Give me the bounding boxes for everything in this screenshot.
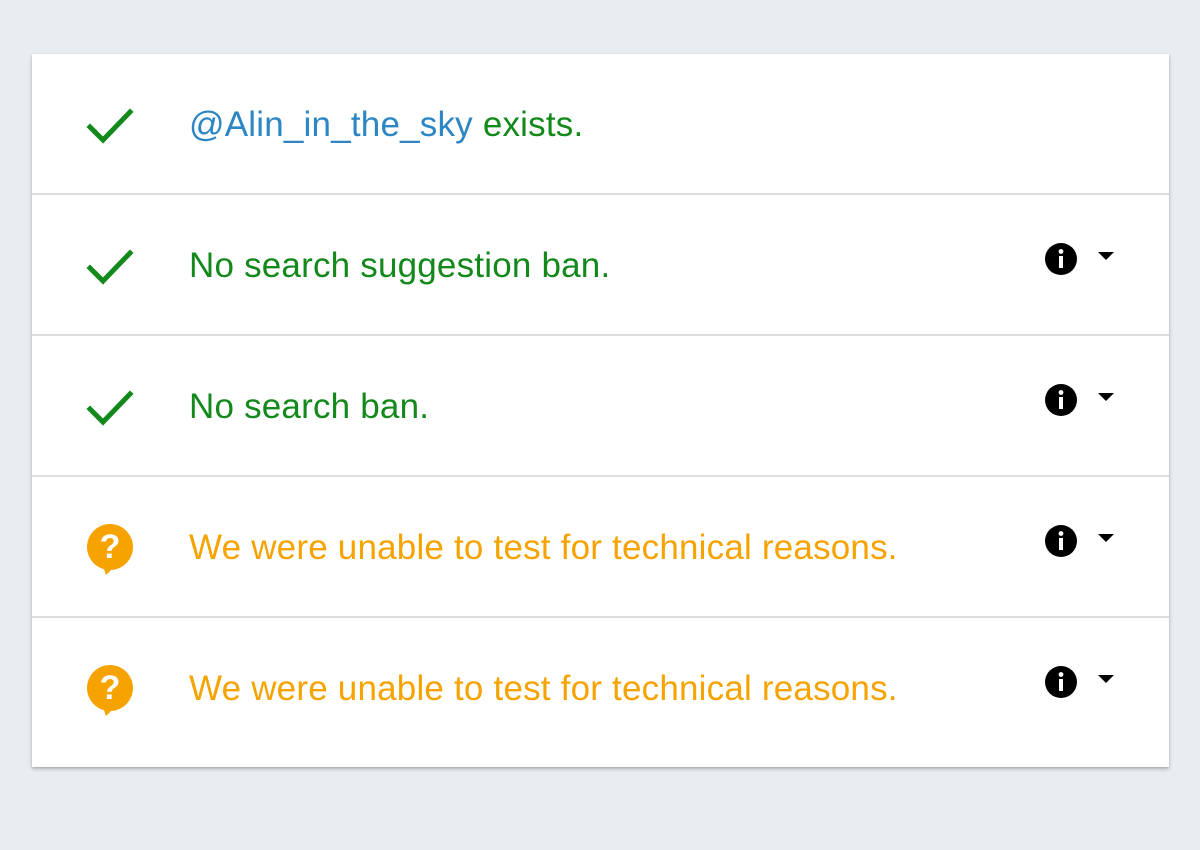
info-icon[interactable]: [1043, 664, 1079, 700]
result-row-search-ban: No search ban.: [32, 336, 1169, 477]
check-icon: [84, 241, 136, 293]
results-card: @Alin_in_the_sky exists. No search sugge…: [32, 54, 1169, 767]
result-text: We were unable to test for technical rea…: [189, 669, 898, 708]
svg-text:?: ?: [100, 669, 121, 707]
chevron-down-icon[interactable]: [1096, 531, 1116, 545]
info-icon[interactable]: [1043, 523, 1079, 559]
result-row-search-suggestion-ban: No search suggestion ban.: [32, 195, 1169, 336]
chevron-down-icon[interactable]: [1096, 249, 1116, 263]
result-row-exists: @Alin_in_the_sky exists.: [32, 54, 1169, 195]
result-text: We were unable to test for technical rea…: [189, 528, 898, 567]
info-icon[interactable]: [1043, 241, 1079, 277]
result-row-technical-2: ? We were unable to test for technical r…: [32, 618, 1169, 762]
svg-text:?: ?: [100, 528, 121, 566]
chevron-down-icon[interactable]: [1096, 672, 1116, 686]
result-row-technical-1: ? We were unable to test for technical r…: [32, 477, 1169, 618]
question-bubble-icon: ?: [84, 523, 136, 575]
chevron-down-icon[interactable]: [1096, 390, 1116, 404]
result-text: No search suggestion ban.: [189, 246, 611, 285]
check-icon: [84, 382, 136, 434]
question-bubble-icon: ?: [84, 664, 136, 716]
handle-text: @Alin_in_the_sky: [189, 105, 473, 144]
info-icon[interactable]: [1043, 382, 1079, 418]
result-text: @Alin_in_the_sky exists.: [189, 54, 583, 195]
check-icon: [84, 100, 136, 152]
exists-text: exists.: [472, 105, 584, 144]
result-text: No search ban.: [189, 387, 430, 426]
